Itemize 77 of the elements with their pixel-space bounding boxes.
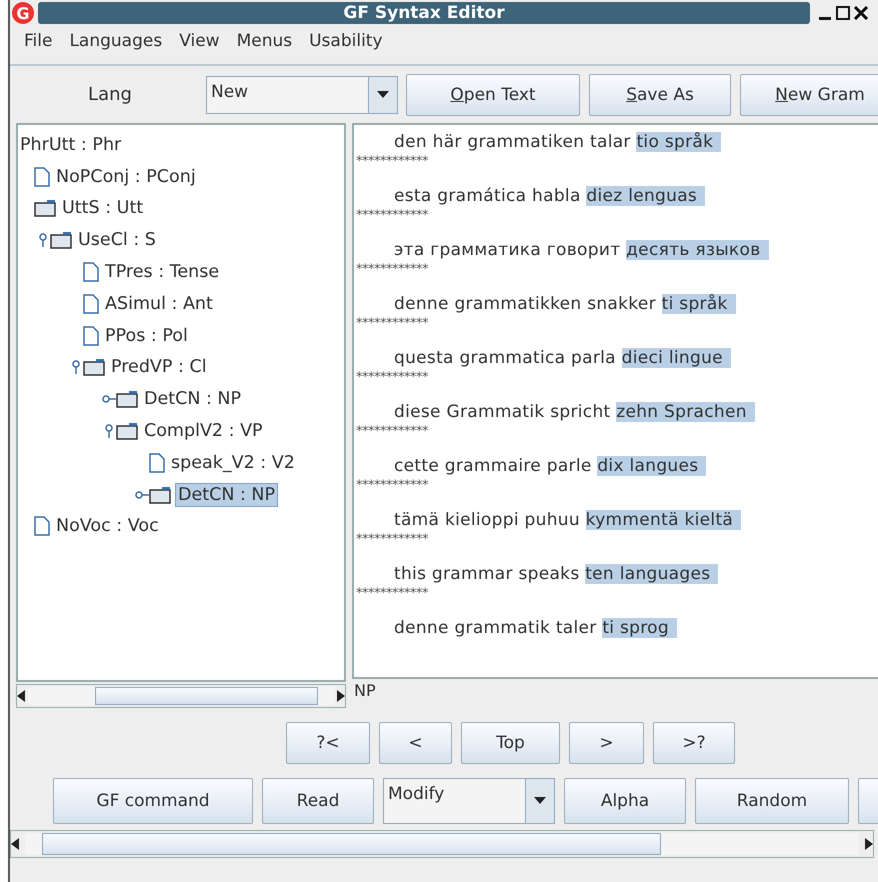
status-text: NP bbox=[354, 681, 376, 700]
toolbar-button[interactable]: Open Text bbox=[406, 74, 580, 116]
tree-node-label[interactable]: speak_V2 : V2 bbox=[169, 452, 297, 474]
toolbar-button[interactable]: Save As bbox=[589, 74, 731, 116]
lang-label: Lang bbox=[87, 84, 133, 105]
folder-icon bbox=[50, 231, 72, 250]
navigation-button[interactable]: < bbox=[379, 722, 452, 764]
horizontal-scrollbar[interactable] bbox=[16, 684, 346, 708]
document-icon bbox=[34, 166, 50, 187]
command-combo[interactable]: Modify bbox=[383, 778, 555, 824]
horizontal-scrollbar[interactable] bbox=[10, 830, 874, 858]
command-button[interactable]: Alpha bbox=[564, 778, 686, 824]
dropdown-arrow-icon bbox=[534, 797, 546, 805]
linearization-line: denne grammatik taler ti sprog bbox=[354, 617, 878, 639]
linearization-line: this grammar speaks ten languages bbox=[354, 563, 878, 585]
separator-text: ************ bbox=[356, 478, 428, 493]
tree-node-label[interactable]: ComplV2 : VP bbox=[142, 420, 265, 442]
tree-node-label[interactable]: DetCN : NP bbox=[175, 482, 278, 507]
tree-node-label[interactable]: UttS : Utt bbox=[60, 197, 146, 220]
menu-item[interactable]: Menus bbox=[228, 31, 302, 51]
maximize-icon[interactable] bbox=[836, 6, 850, 20]
document-icon bbox=[83, 294, 99, 314]
command-button[interactable]: GF command bbox=[53, 778, 253, 824]
language-combo[interactable]: New bbox=[206, 76, 398, 114]
navigation-button[interactable]: > bbox=[569, 722, 644, 764]
app-logo: G bbox=[12, 2, 34, 24]
document-icon bbox=[34, 516, 50, 536]
linearization-line: questa grammatica parla dieci lingue bbox=[354, 347, 878, 369]
linearization-line: tämä kielioppi puhuu kymmentä kieltä bbox=[354, 509, 878, 531]
navigation-button[interactable]: ?< bbox=[286, 722, 370, 764]
toolbar-button[interactable]: New Gram bbox=[740, 74, 878, 116]
separator-text: ************ bbox=[356, 262, 428, 277]
menu-item[interactable]: Languages bbox=[61, 31, 172, 51]
menu-item[interactable]: View bbox=[171, 31, 229, 51]
separator-text: ************ bbox=[356, 154, 428, 169]
tree-node-label[interactable]: DetCN : NP bbox=[142, 388, 244, 410]
window-title: GF Syntax Editor bbox=[343, 3, 505, 23]
folder-icon bbox=[34, 199, 56, 218]
folder-icon bbox=[83, 358, 105, 376]
tree-node-label[interactable]: PhrUtt : Phr bbox=[18, 134, 124, 156]
menu-item[interactable]: Usability bbox=[301, 31, 392, 51]
tree-node-label[interactable]: ASimul : Ant bbox=[103, 292, 215, 315]
separator-text: ************ bbox=[356, 316, 428, 331]
menu-item[interactable]: File bbox=[16, 31, 62, 51]
linearization-line: cette grammaire parle dix langues bbox=[354, 455, 878, 477]
linearization-line: эта грамматика говорит десять языков bbox=[354, 239, 878, 261]
separator-text: ************ bbox=[356, 532, 428, 547]
folder-icon bbox=[116, 390, 138, 408]
separator-text: ************ bbox=[356, 586, 428, 601]
separator-text: ************ bbox=[356, 424, 428, 439]
tree-node-label[interactable]: PPos : Pol bbox=[103, 324, 190, 347]
document-icon bbox=[83, 262, 99, 282]
dropdown-arrow-icon bbox=[377, 90, 389, 98]
left-arrow-icon[interactable] bbox=[11, 838, 19, 850]
close-icon[interactable] bbox=[854, 6, 868, 20]
left-arrow-icon[interactable] bbox=[17, 690, 25, 702]
document-icon bbox=[149, 452, 165, 473]
linearization-line: den här grammatiken talar tio språk bbox=[354, 131, 878, 153]
tree-node-label[interactable]: PredVP : Cl bbox=[109, 356, 209, 378]
tree-node-label[interactable]: NoPConj : PConj bbox=[54, 166, 198, 188]
navigation-button[interactable]: >? bbox=[653, 722, 735, 764]
linearization-line: denne grammatikken snakker ti språk bbox=[354, 293, 878, 315]
linearization-line: diese Grammatik spricht zehn Sprachen bbox=[354, 401, 878, 423]
separator-text: ************ bbox=[356, 208, 428, 223]
right-arrow-icon[interactable] bbox=[337, 690, 345, 702]
right-arrow-icon[interactable] bbox=[865, 838, 873, 850]
folder-icon bbox=[149, 486, 171, 504]
separator-text: ************ bbox=[356, 370, 428, 385]
command-button[interactable]: Read bbox=[262, 778, 374, 824]
linearization-line: esta gramática habla diez lenguas bbox=[354, 185, 878, 207]
navigation-button[interactable]: Top bbox=[461, 722, 560, 764]
command-button[interactable]: Random bbox=[695, 778, 849, 824]
tree-node-label[interactable]: UseCl : S bbox=[76, 229, 158, 252]
tree-node-label[interactable]: NoVoc : Voc bbox=[54, 515, 161, 538]
folder-icon bbox=[116, 422, 138, 440]
document-icon bbox=[83, 326, 99, 346]
tree-node-label[interactable]: TPres : Tense bbox=[103, 261, 222, 284]
